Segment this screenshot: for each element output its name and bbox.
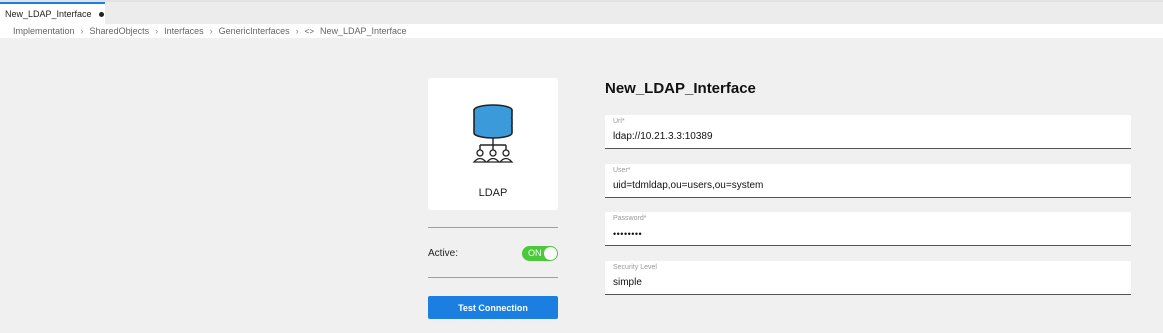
active-label: Active: (428, 248, 459, 259)
security-level-field-label: Security Level (613, 264, 657, 271)
url-field[interactable]: Url* ldap://10.21.3.3:10389 (605, 115, 1131, 149)
breadcrumb-current: New_LDAP_Interface (320, 26, 407, 36)
interface-type-card: LDAP (428, 78, 558, 210)
chevron-right-icon: › (155, 26, 159, 36)
test-connection-button[interactable]: Test Connection (428, 296, 558, 319)
breadcrumb-item[interactable]: GenericInterfaces (219, 26, 290, 36)
security-level-field[interactable]: Security Level simple (605, 261, 1131, 295)
tab-label: New_LDAP_Interface (5, 9, 92, 19)
user-field[interactable]: User* uid=tdmldap,ou=users,ou=system (605, 164, 1131, 198)
breadcrumb-item[interactable]: Interfaces (164, 26, 204, 36)
page-title: New_LDAP_Interface (605, 80, 756, 97)
breadcrumb-item[interactable]: SharedObjects (90, 26, 150, 36)
interface-type-label: LDAP (478, 187, 508, 199)
ldap-database-icon (472, 104, 514, 163)
security-level-field-value[interactable]: simple (613, 277, 642, 288)
divider (428, 277, 558, 278)
toggle-knob (544, 247, 557, 260)
tab-bar: New_LDAP_Interface (0, 0, 1163, 24)
breadcrumb: Implementation › SharedObjects › Interfa… (0, 24, 1163, 38)
toggle-state-label: ON (528, 248, 542, 258)
user-field-label: User* (613, 167, 631, 174)
url-field-label: Url* (613, 118, 625, 125)
password-field-label: Password* (613, 215, 647, 222)
password-field[interactable]: Password* •••••••• (605, 212, 1131, 246)
user-field-value[interactable]: uid=tdmldap,ou=users,ou=system (613, 180, 763, 191)
breadcrumb-item[interactable]: Implementation (13, 26, 75, 36)
code-icon: <> (304, 26, 315, 36)
url-field-value[interactable]: ldap://10.21.3.3:10389 (613, 131, 713, 142)
active-toggle[interactable]: ON (522, 246, 558, 261)
unsaved-dot-icon (98, 11, 104, 17)
tab-new-ldap-interface[interactable]: New_LDAP_Interface (0, 2, 105, 24)
chevron-right-icon: › (80, 26, 84, 36)
divider (428, 227, 558, 228)
chevron-right-icon: › (209, 26, 213, 36)
password-field-value[interactable]: •••••••• (613, 229, 642, 239)
chevron-right-icon: › (295, 26, 299, 36)
